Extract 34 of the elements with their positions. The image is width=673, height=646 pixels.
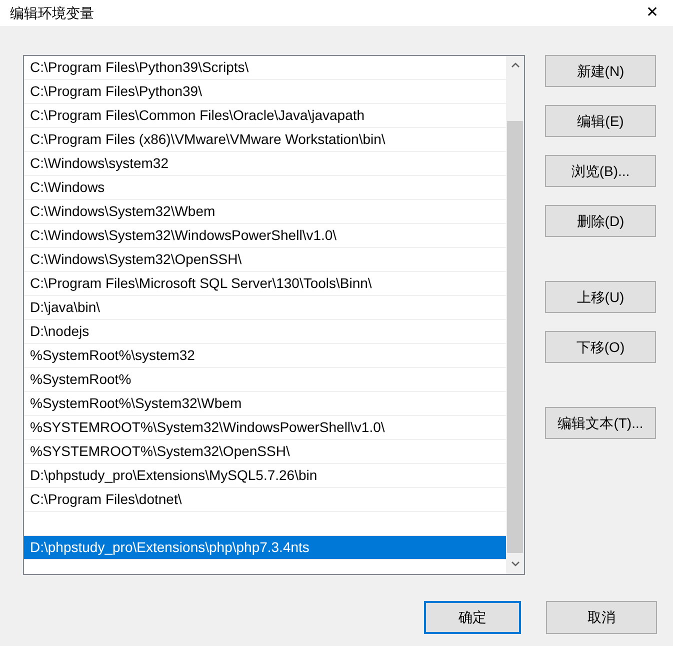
side-button[interactable]: 编辑文本(T)... [545, 407, 656, 439]
path-item[interactable]: C:\Windows\System32\Wbem [24, 200, 506, 224]
side-button[interactable]: 浏览(B)... [545, 155, 656, 187]
scrollbar-thumb[interactable] [507, 121, 523, 553]
side-button[interactable]: 编辑(E) [545, 105, 656, 137]
window-title: 编辑环境变量 [10, 4, 94, 22]
path-item[interactable]: C:\Program Files\dotnet\ [24, 488, 506, 512]
path-item[interactable]: C:\Program Files\Python39\ [24, 80, 506, 104]
path-item[interactable]: %SystemRoot%\System32\Wbem [24, 392, 506, 416]
ok-button[interactable]: 确定 [424, 601, 521, 634]
path-item[interactable]: C:\Windows\System32\WindowsPowerShell\v1.0\ [24, 224, 506, 248]
path-item[interactable]: D:\java\bin\ [24, 296, 506, 320]
path-item[interactable]: %SYSTEMROOT%\System32\WindowsPowerShell\v1.0\ [24, 416, 506, 440]
path-item[interactable]: C:\Program Files (x86)\VMware\VMware Workstation\bin\ [24, 128, 506, 152]
path-item[interactable]: D:\phpstudy_pro\Extensions\php\php7.3.4nts [24, 536, 506, 560]
path-item[interactable]: C:\Windows\System32\OpenSSH\ [24, 248, 506, 272]
path-item[interactable]: C:\Windows [24, 176, 506, 200]
path-item[interactable]: D:\phpstudy_pro\Extensions\MySQL5.7.26\bin [24, 464, 506, 488]
path-item[interactable]: C:\Program Files\Common Files\Oracle\Java\javapath [24, 104, 506, 128]
scroll-down-icon[interactable] [510, 561, 520, 567]
side-button[interactable]: 下移(O) [545, 331, 656, 363]
side-button[interactable]: 新建(N) [545, 55, 656, 87]
path-item[interactable]: D:\nodejs [24, 320, 506, 344]
path-item[interactable]: %SYSTEMROOT%\System32\OpenSSH\ [24, 440, 506, 464]
path-item[interactable]: %SystemRoot%\system32 [24, 344, 506, 368]
close-button[interactable]: ✕ [642, 2, 663, 24]
path-item[interactable]: C:\Windows\system32 [24, 152, 506, 176]
path-item[interactable]: %SystemRoot% [24, 368, 506, 392]
path-item[interactable]: C:\Program Files\Microsoft SQL Server\130\Tools\Binn\ [24, 272, 506, 296]
cancel-button[interactable]: 取消 [546, 601, 657, 634]
path-item[interactable]: C:\Program Files\Python39\Scripts\ [24, 56, 506, 80]
scroll-up-icon[interactable] [510, 62, 520, 68]
side-button[interactable]: 删除(D) [545, 205, 656, 237]
side-button[interactable]: 上移(U) [545, 281, 656, 313]
